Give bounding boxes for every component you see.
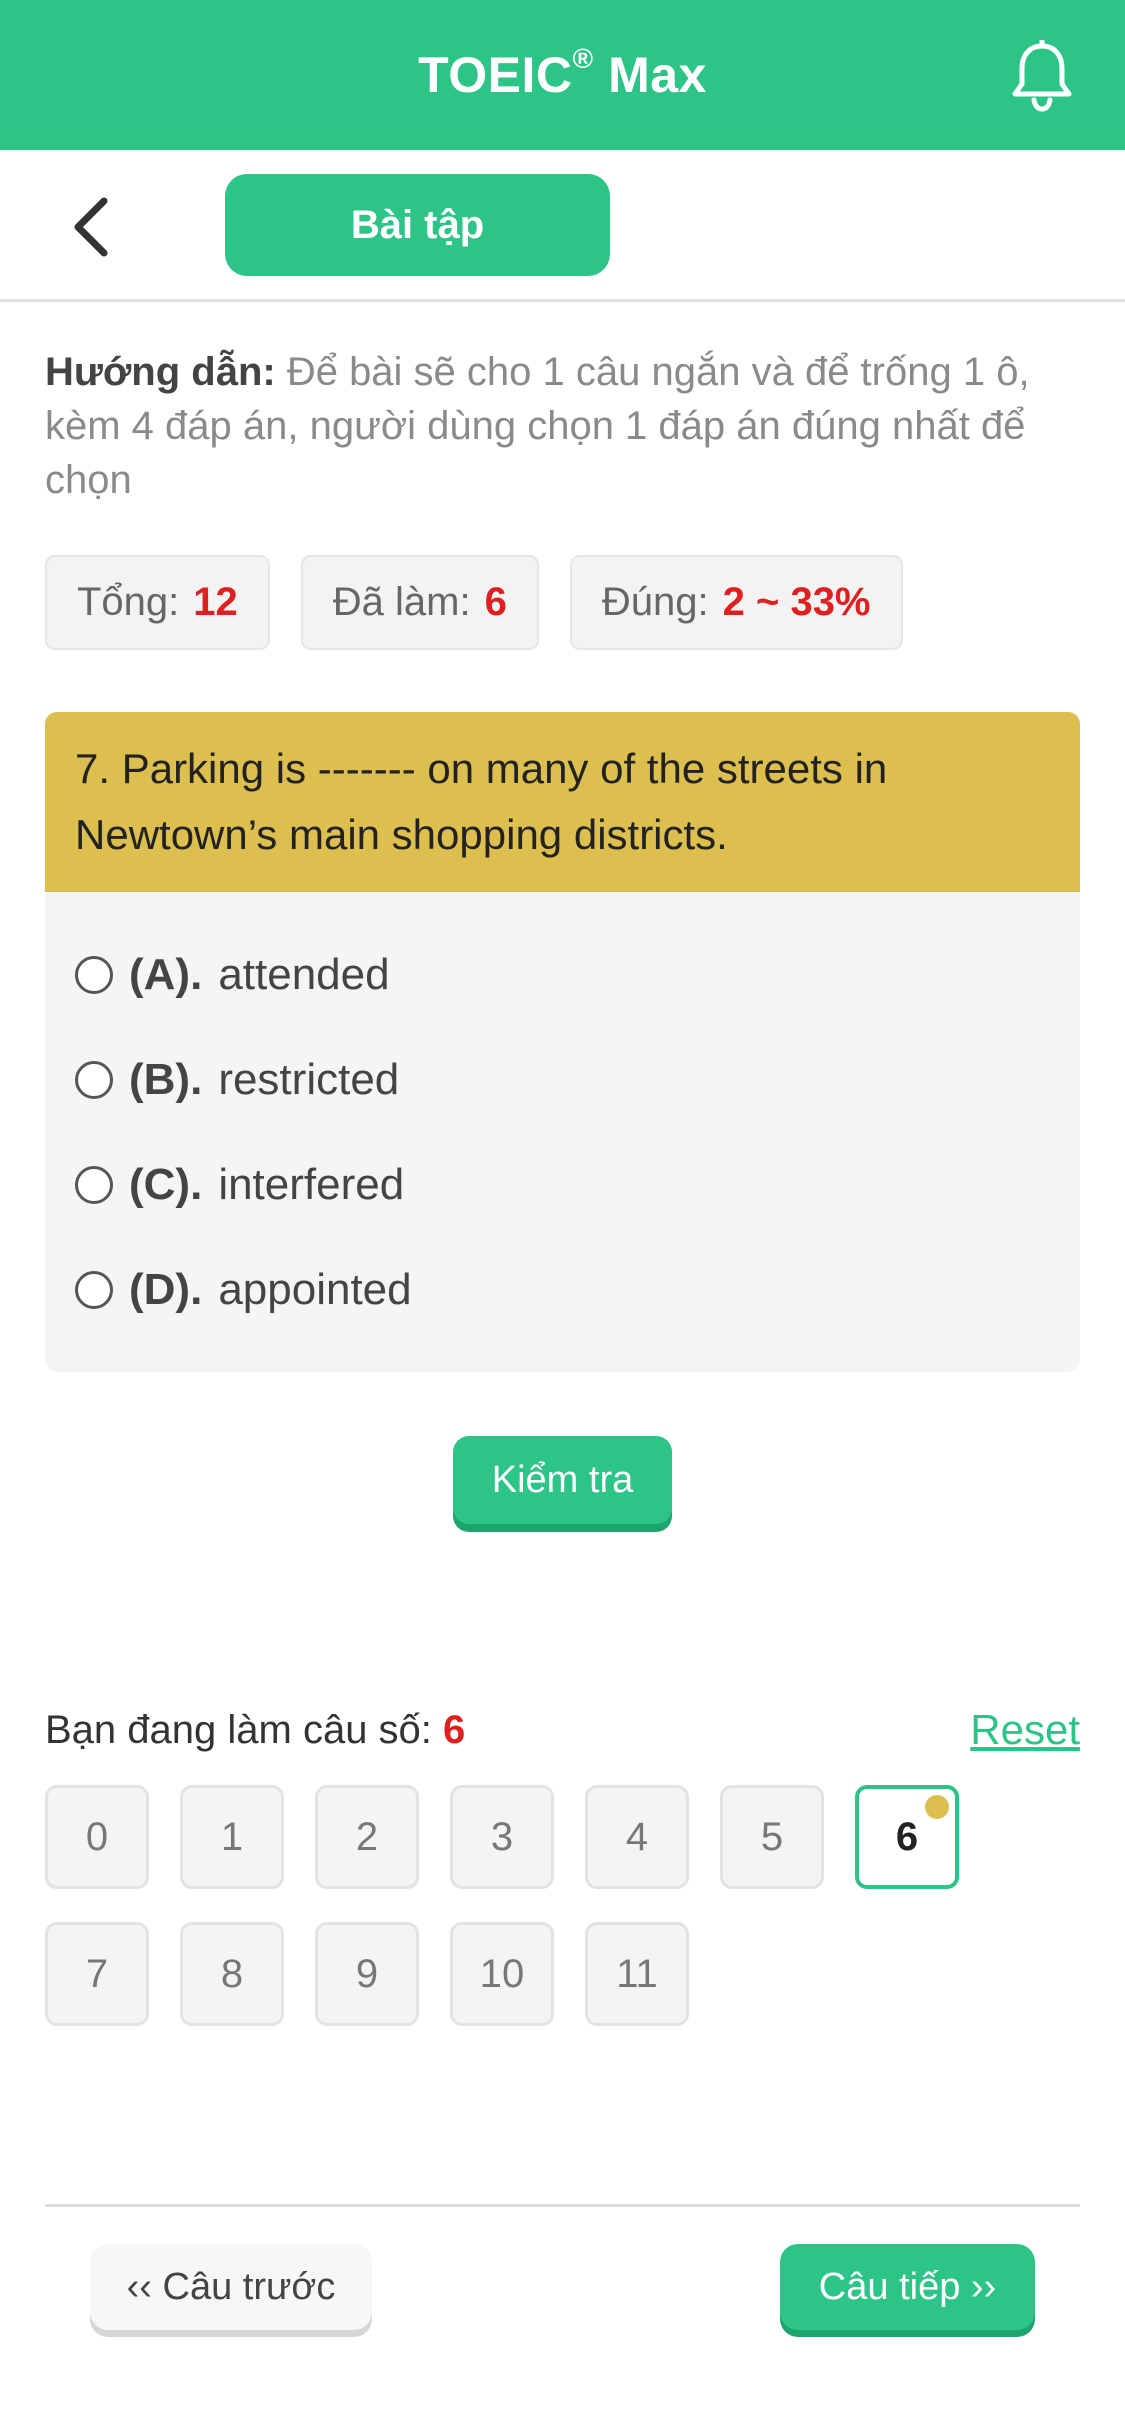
tab-bai-tap[interactable]: Bài tập — [225, 174, 610, 276]
stat-correct-label: Đúng: — [601, 580, 709, 624]
answer-options: (A). attended (B). restricted (C). inter… — [45, 892, 1080, 1342]
question-cell[interactable]: 4 — [585, 1785, 689, 1889]
option-text: attended — [218, 949, 390, 999]
question-text: 7. Parking is ------- on many of the str… — [45, 712, 1080, 892]
option-b[interactable]: (B). restricted — [45, 1027, 1080, 1132]
option-key: (B). — [129, 1054, 203, 1104]
question-cell[interactable]: 2 — [315, 1785, 419, 1889]
option-text: interfered — [218, 1159, 405, 1209]
stat-total-value: 12 — [193, 580, 238, 624]
app-title-suffix: Max — [593, 47, 707, 103]
question-cell[interactable]: 7 — [45, 1922, 149, 2026]
app-title-registered: ® — [572, 43, 594, 75]
radio-icon[interactable] — [75, 1060, 113, 1099]
question-cell[interactable]: 11 — [585, 1922, 689, 2026]
reset-link[interactable]: Reset — [970, 1706, 1080, 1754]
option-key: (D). — [129, 1264, 203, 1314]
stat-correct-value: 2 ~ 33% — [722, 580, 871, 624]
instructions: Hướng dẫn: Để bài sẽ cho 1 câu ngắn và đ… — [45, 345, 1085, 507]
app-title: TOEIC® Max — [418, 43, 707, 104]
stats-bar: Tổng: 12 Đã làm: 6 Đúng: 2 ~ 33% — [45, 555, 903, 650]
app-bar: TOEIC® Max — [0, 0, 1125, 150]
option-c[interactable]: (C). interfered — [45, 1132, 1080, 1237]
option-key: (C). — [129, 1159, 203, 1209]
bell-icon[interactable] — [1007, 38, 1077, 114]
stat-done-label: Đã làm: — [332, 580, 471, 624]
stat-correct: Đúng: 2 ~ 33% — [569, 555, 903, 650]
question-cell-number: 6 — [895, 1814, 919, 1859]
option-d[interactable]: (D). appointed — [45, 1237, 1080, 1342]
question-cell[interactable]: 8 — [180, 1922, 284, 2026]
sub-header: Bài tập — [0, 150, 1125, 302]
question-cell[interactable]: 1 — [180, 1785, 284, 1889]
option-text: restricted — [218, 1054, 400, 1104]
option-key: (A). — [129, 949, 203, 999]
option-text: appointed — [218, 1264, 412, 1314]
question-cell[interactable]: 9 — [315, 1922, 419, 2026]
stat-total: Tổng: 12 — [45, 555, 270, 650]
progress-row: Bạn đang làm câu số: 6 Reset — [45, 1700, 1080, 1760]
current-question-label: Bạn đang làm câu số: — [45, 1707, 432, 1752]
current-question-number: 6 — [443, 1707, 466, 1752]
stat-total-label: Tổng: — [77, 580, 180, 624]
check-button[interactable]: Kiểm tra — [453, 1436, 672, 1524]
question-grid: 0 1 2 3 4 5 6 7 8 9 10 11 — [45, 1785, 1080, 2026]
footer-divider — [45, 2204, 1080, 2207]
current-question-indicator: Bạn đang làm câu số: 6 — [45, 1708, 465, 1753]
radio-icon[interactable] — [75, 955, 113, 994]
app-title-main: TOEIC — [418, 47, 573, 103]
option-a[interactable]: (A). attended — [45, 922, 1080, 1027]
current-dot-icon — [925, 1795, 949, 1819]
radio-icon[interactable] — [75, 1270, 113, 1309]
back-arrow-icon[interactable] — [60, 192, 120, 262]
question-cell-active[interactable]: 6 — [855, 1785, 959, 1889]
stat-done-value: 6 — [484, 580, 507, 624]
question-cell[interactable]: 5 — [720, 1785, 824, 1889]
instructions-label: Hướng dẫn: — [45, 350, 276, 394]
question-cell[interactable]: 10 — [450, 1922, 554, 2026]
question-cell[interactable]: 3 — [450, 1785, 554, 1889]
next-question-button[interactable]: Câu tiếp ›› — [780, 2244, 1035, 2330]
previous-question-button[interactable]: ‹‹ Câu trước — [90, 2244, 372, 2330]
radio-icon[interactable] — [75, 1165, 113, 1204]
stat-done: Đã làm: 6 — [300, 555, 539, 650]
question-cell[interactable]: 0 — [45, 1785, 149, 1889]
question-card: 7. Parking is ------- on many of the str… — [45, 712, 1080, 1372]
page: TOEIC® Max Bài tập Hướng dẫn: Để bài sẽ … — [0, 0, 1125, 2436]
